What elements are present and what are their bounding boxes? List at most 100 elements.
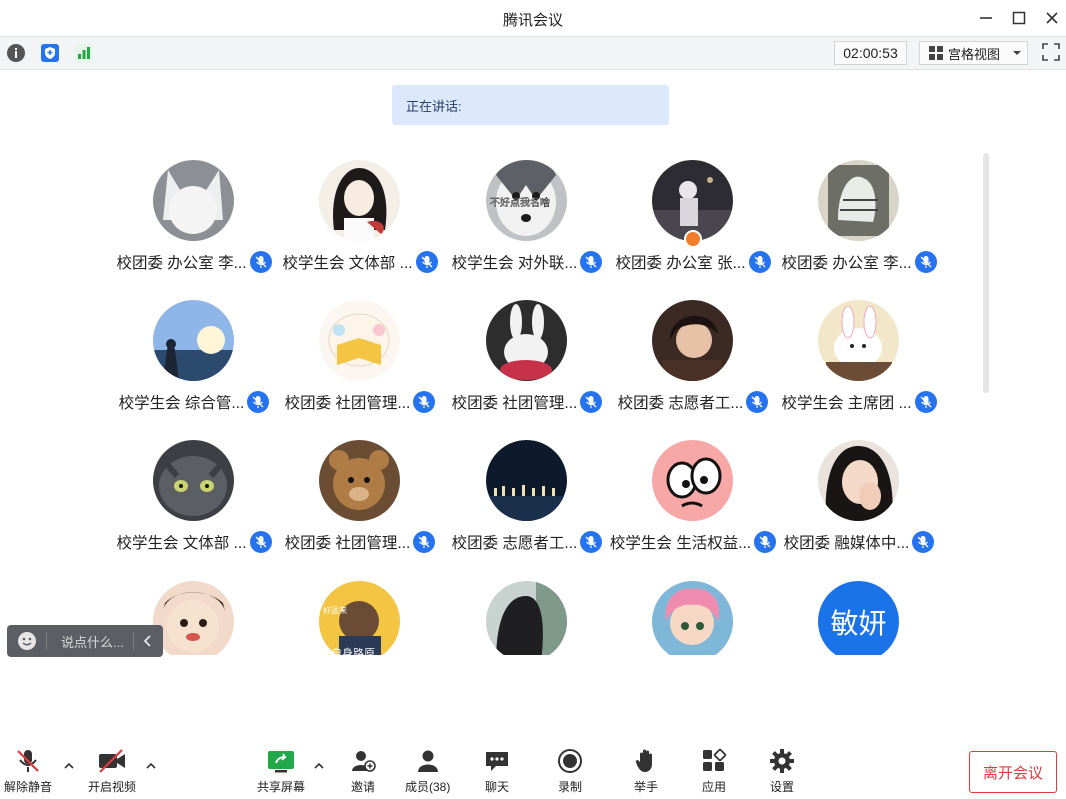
- avatar: [319, 440, 400, 521]
- participant-tile[interactable]: 校学生会 生活权益...: [609, 440, 777, 560]
- audio-options-chevron-icon[interactable]: [63, 760, 77, 774]
- avatar: [153, 440, 234, 521]
- signal-icon[interactable]: [73, 42, 95, 64]
- avatar: [153, 300, 234, 381]
- chat-button[interactable]: 聊天: [482, 748, 512, 798]
- title-bar: 腾讯会议: [0, 0, 1066, 36]
- participant-name: 校学生会 主席团 ...: [781, 395, 912, 412]
- participant-tile[interactable]: 校团委 社团管理...: [444, 300, 610, 420]
- emoji-icon: [18, 632, 36, 650]
- muted-mic-icon: [13, 748, 43, 774]
- participant-name-row: 校学生会 生活权益...: [609, 530, 777, 554]
- unmute-button[interactable]: 解除静音: [4, 748, 52, 798]
- participant-name-row: 校团委 志愿者工...: [610, 390, 776, 414]
- avatar: [486, 440, 567, 521]
- participant-tile[interactable]: [610, 581, 776, 655]
- avatar: [818, 300, 899, 381]
- participant-tile[interactable]: 敏妍: [776, 581, 942, 655]
- avatar: [486, 581, 567, 655]
- participant-name: 校团委 社团管理...: [284, 535, 411, 552]
- share-screen-icon: [266, 748, 296, 774]
- participant-name-row: 校团委 社团管理...: [444, 390, 610, 414]
- participant-name-row: 校学生会 文体部 ...: [277, 250, 443, 274]
- apps-button[interactable]: 应用: [699, 748, 729, 798]
- minimize-button[interactable]: [973, 6, 999, 30]
- participant-tile[interactable]: 校学生会 文体部 ...: [111, 440, 277, 560]
- start-video-label: 开启视频: [88, 780, 137, 794]
- participant-tile[interactable]: 校团委 融媒体中...: [776, 440, 942, 560]
- collapse-chevron-icon[interactable]: [142, 635, 154, 647]
- participant-name-row: 校团委 办公室 李...: [776, 250, 942, 274]
- participant-name: 校学生会 对外联...: [451, 255, 578, 272]
- participant-tile[interactable]: 校学生会 综合管...: [111, 300, 277, 420]
- participant-tile[interactable]: 校团委 办公室 李...: [776, 160, 942, 280]
- participant-name: 校团委 志愿者工...: [451, 535, 578, 552]
- participant-tile[interactable]: 校学生会 主席团 ...: [776, 300, 942, 420]
- avatar-caption-text: 自身路原: [331, 646, 375, 655]
- avatar: [818, 160, 899, 241]
- video-options-chevron-icon[interactable]: [145, 760, 159, 774]
- participant-name: 校团委 社团管理...: [451, 395, 578, 412]
- view-label: 宫格视图: [948, 46, 1001, 62]
- participant-name-row: 校学生会 对外联...: [444, 250, 610, 274]
- participant-name: 校学生会 生活权益...: [609, 535, 752, 552]
- participant-tile[interactable]: 校团委 志愿者工...: [444, 440, 610, 560]
- security-shield-icon[interactable]: [39, 42, 61, 64]
- chat-quick-input[interactable]: 说点什么...: [7, 625, 163, 657]
- muted-mic-icon: [914, 251, 937, 273]
- dropdown-caret-icon: [1013, 51, 1022, 55]
- grid-scrollbar[interactable]: [983, 153, 989, 393]
- participant-tile[interactable]: 校团委 社团管理...: [277, 300, 443, 420]
- participant-tile[interactable]: 校学生会 文体部 ...: [277, 160, 443, 280]
- members-label: 成员(38): [405, 780, 451, 794]
- info-icon[interactable]: [5, 42, 27, 64]
- participant-tile[interactable]: 校团委 办公室 李...: [111, 160, 277, 280]
- members-button[interactable]: 成员(38): [405, 748, 450, 798]
- avatar: [319, 160, 400, 241]
- muted-mic-icon: [580, 251, 603, 273]
- avatar: 不好点我名啥: [486, 160, 567, 241]
- raise-hand-button[interactable]: 举手: [631, 748, 661, 798]
- avatar: [652, 300, 733, 381]
- apps-label: 应用: [701, 780, 726, 794]
- meeting-timer: 02:00:53: [834, 41, 907, 65]
- start-video-button[interactable]: 开启视频: [88, 748, 136, 798]
- muted-mic-icon: [912, 531, 935, 553]
- participant-tile[interactable]: 校团委 志愿者工...: [610, 300, 776, 420]
- participant-name: 校团委 办公室 李...: [781, 255, 912, 272]
- video-off-icon: [97, 748, 127, 774]
- participant-name: 校学生会 文体部 ...: [116, 535, 247, 552]
- avatar-initials: 敏妍: [830, 607, 887, 639]
- record-button[interactable]: 录制: [555, 748, 585, 798]
- leave-meeting-button[interactable]: 离开会议: [969, 751, 1057, 793]
- record-icon: [555, 748, 585, 774]
- participant-tile[interactable]: [444, 581, 610, 655]
- host-badge-icon: [684, 230, 702, 248]
- invite-button[interactable]: 邀请: [348, 748, 378, 798]
- participant-tile[interactable]: 不好点我名啥校学生会 对外联...: [444, 160, 610, 280]
- participant-name-row: 校学生会 主席团 ...: [776, 390, 942, 414]
- close-button[interactable]: [1039, 6, 1065, 30]
- avatar: 敏妍: [818, 581, 899, 655]
- participant-tile[interactable]: 校团委 办公室 张...: [610, 160, 776, 280]
- chat-placeholder: 说点什么...: [61, 634, 124, 650]
- participant-name: 校学生会 文体部 ...: [282, 255, 413, 272]
- participant-name: 校团委 办公室 李...: [116, 255, 247, 272]
- avatar: [652, 160, 733, 241]
- participant-tile[interactable]: 校团委 社团管理...: [277, 440, 443, 560]
- participant-name: 校团委 志愿者工...: [617, 395, 744, 412]
- muted-mic-icon: [413, 531, 436, 553]
- muted-mic-icon: [249, 251, 272, 273]
- share-screen-button[interactable]: 共享屏幕: [257, 748, 305, 798]
- muted-mic-icon: [249, 531, 272, 553]
- bottom-control-bar: 解除静音 开启视频 共享屏幕 邀请 成员(38) 聊天 录制 举手 应用 设置: [0, 740, 1066, 799]
- muted-mic-icon: [746, 391, 769, 413]
- participant-tile[interactable]: 好运来 自身路原: [277, 581, 443, 655]
- fullscreen-icon[interactable]: [1041, 42, 1061, 62]
- share-options-chevron-icon[interactable]: [313, 760, 327, 774]
- maximize-button[interactable]: [1006, 6, 1032, 30]
- unmute-label: 解除静音: [4, 780, 53, 794]
- grid-view-dropdown[interactable]: 宫格视图: [919, 41, 1028, 65]
- raise-hand-label: 举手: [633, 780, 658, 794]
- settings-button[interactable]: 设置: [767, 748, 797, 798]
